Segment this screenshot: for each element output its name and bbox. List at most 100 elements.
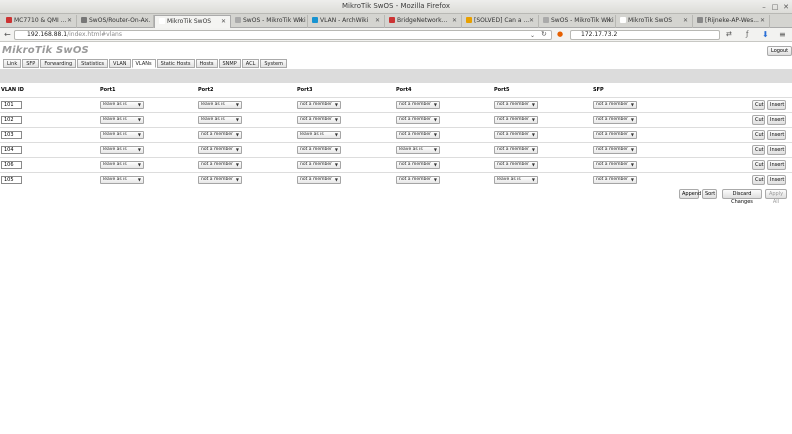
port-membership-select[interactable]: leave as is ▼ [198,101,242,109]
vlan-id-input[interactable]: 106 [1,161,22,169]
insert-button[interactable]: Insert [767,160,786,170]
menu-tab-forwarding[interactable]: Forwarding [40,59,77,68]
apply-all-button[interactable]: Apply All [765,189,787,205]
menu-tab-vlan[interactable]: VLAN [109,59,131,68]
cut-button[interactable]: Cut [752,115,765,125]
extension-icon[interactable]: ƒ [746,30,748,39]
tab-5[interactable]: BridgeNetwork... ✕ [385,15,462,28]
port-membership-select[interactable]: not a member ▼ [396,101,440,109]
bookmark-icon[interactable]: ⇄ [726,30,732,39]
minimize-icon[interactable]: – [760,3,768,11]
vlan-id-input[interactable]: 101 [1,101,22,109]
port-membership-select[interactable]: leave as is ▼ [494,176,538,184]
logout-button[interactable]: Logout [767,46,792,56]
port-membership-select[interactable]: not a member ▼ [494,161,538,169]
port-membership-select[interactable]: leave as is ▼ [297,131,341,139]
port-membership-select[interactable]: leave as is ▼ [100,101,144,109]
port-membership-select[interactable]: not a member ▼ [593,146,637,154]
port-membership-select[interactable]: not a member ▼ [593,131,637,139]
menu-tab-vlans[interactable]: VLANs [131,59,156,68]
port-membership-select[interactable]: not a member ▼ [494,131,538,139]
back-icon[interactable]: ← [4,30,11,39]
tab-close-icon[interactable]: ✕ [529,15,534,27]
port-membership-select[interactable]: not a member ▼ [297,101,341,109]
port-membership-select[interactable]: not a member ▼ [593,176,637,184]
port-membership-select[interactable]: not a member ▼ [297,161,341,169]
search-input[interactable]: 172.17.73.2 [570,30,720,40]
insert-button[interactable]: Insert [767,130,786,140]
cut-button[interactable]: Cut [752,175,765,185]
tab-1[interactable]: SwOS/Router-On-A... ✕ [77,15,154,28]
port-membership-select[interactable]: not a member ▼ [396,161,440,169]
vlan-id-input[interactable]: 103 [1,131,22,139]
tab-4[interactable]: VLAN - ArchWiki ✕ [308,15,385,28]
port-membership-select[interactable]: not a member ▼ [494,101,538,109]
tab-close-icon[interactable]: ✕ [606,15,611,27]
port-membership-select[interactable]: not a member ▼ [198,146,242,154]
port-membership-select[interactable]: not a member ▼ [494,116,538,124]
insert-button[interactable]: Insert [767,175,786,185]
port-membership-select[interactable]: not a member ▼ [297,176,341,184]
insert-button[interactable]: Insert [767,115,786,125]
port-membership-select[interactable]: not a member ▼ [396,176,440,184]
tab-close-icon[interactable]: ✕ [221,16,226,28]
search-engine-icon[interactable]: ● [557,30,563,39]
port-membership-select[interactable]: leave as is ▼ [100,131,144,139]
sort-button[interactable]: Sort [702,189,717,199]
menu-tab-sfp[interactable]: SFP [22,59,40,68]
port-membership-select[interactable]: not a member ▼ [396,131,440,139]
tab-3[interactable]: SwOS - MikroTik Wiki ✕ [231,15,308,28]
tab-2[interactable]: MikroTik SwOS ✕ [154,15,231,28]
port-membership-select[interactable]: not a member ▼ [593,161,637,169]
tab-7[interactable]: SwOS - MikroTik Wiki ✕ [539,15,616,28]
port-membership-select[interactable]: leave as is ▼ [396,146,440,154]
close-window-icon[interactable]: ✕ [782,3,790,11]
tab-8[interactable]: MikroTik SwOS ✕ [616,15,693,28]
menu-tab-acl[interactable]: ACL [241,59,260,68]
append-button[interactable]: Append [679,189,701,199]
cut-button[interactable]: Cut [752,145,765,155]
reload-icon[interactable]: ↻ [541,30,547,39]
cut-button[interactable]: Cut [752,160,765,170]
tab-close-icon[interactable]: ✕ [144,15,149,27]
tab-6[interactable]: [SOLVED] Can a ... ✕ [462,15,539,28]
hamburger-menu-icon[interactable]: ≡ [779,30,786,39]
vlan-id-input[interactable]: 105 [1,176,22,184]
tab-0[interactable]: MC7710 & QMI ... ✕ [2,15,77,28]
menu-tab-statistics[interactable]: Statistics [77,59,109,68]
dropdown-icon[interactable]: ⌄ [530,31,535,40]
port-membership-select[interactable]: leave as is ▼ [100,161,144,169]
maximize-icon[interactable]: □ [771,3,779,11]
download-icon[interactable]: ⬇ [762,30,769,39]
menu-tab-link[interactable]: Link [3,59,22,68]
discard-changes-button[interactable]: Discard Changes [722,189,762,205]
tab-close-icon[interactable]: ✕ [67,15,72,27]
cut-button[interactable]: Cut [752,100,765,110]
port-membership-select[interactable]: not a member ▼ [198,161,242,169]
menu-tab-system[interactable]: System [260,59,288,68]
port-membership-select[interactable]: leave as is ▼ [100,146,144,154]
port-membership-select[interactable]: not a member ▼ [593,116,637,124]
port-membership-select[interactable]: leave as is ▼ [100,176,144,184]
port-membership-select[interactable]: not a member ▼ [593,101,637,109]
tab-close-icon[interactable]: ✕ [683,15,688,27]
port-membership-select[interactable]: not a member ▼ [396,116,440,124]
tab-close-icon[interactable]: ✕ [298,15,303,27]
menu-tab-static-hosts[interactable]: Static Hosts [156,59,195,68]
vlan-id-input[interactable]: 102 [1,116,22,124]
port-membership-select[interactable]: not a member ▼ [494,146,538,154]
port-membership-select[interactable]: not a member ▼ [198,176,242,184]
tab-close-icon[interactable]: ✕ [760,15,765,27]
insert-button[interactable]: Insert [767,145,786,155]
menu-tab-snmp[interactable]: SNMP [218,59,241,68]
port-membership-select[interactable]: leave as is ▼ [198,116,242,124]
insert-button[interactable]: Insert [767,100,786,110]
menu-tab-hosts[interactable]: Hosts [195,59,218,68]
vlan-id-input[interactable]: 104 [1,146,22,154]
tab-close-icon[interactable]: ✕ [452,15,457,27]
port-membership-select[interactable]: not a member ▼ [198,131,242,139]
cut-button[interactable]: Cut [752,130,765,140]
port-membership-select[interactable]: not a member ▼ [297,116,341,124]
tab-9[interactable]: [Rijneke-AP-Wes... ✕ [693,15,770,28]
port-membership-select[interactable]: not a member ▼ [297,146,341,154]
